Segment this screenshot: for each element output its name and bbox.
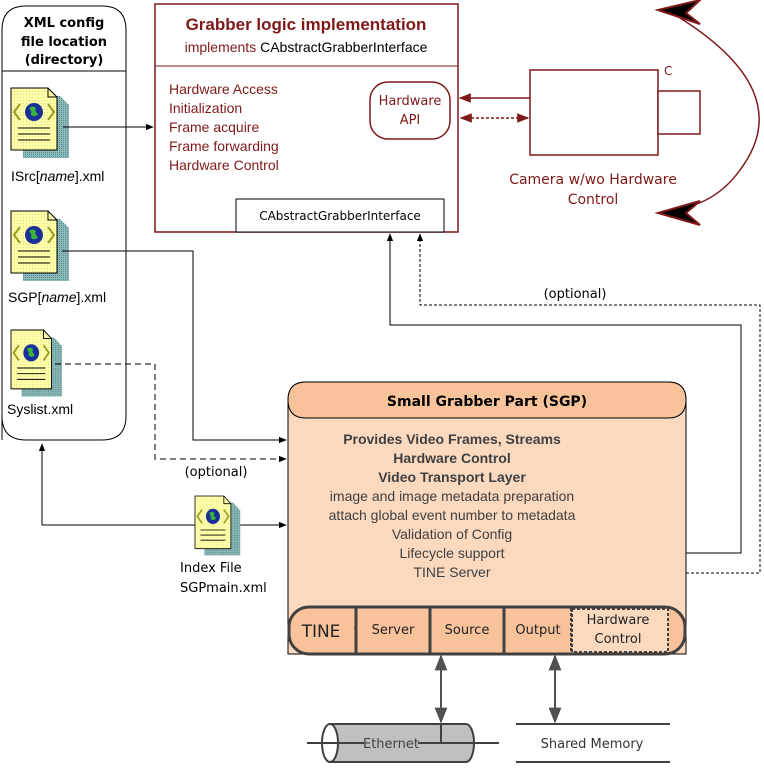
optional-label-left: (optional) <box>185 465 248 480</box>
xml-file-icon[interactable] <box>10 87 70 159</box>
grabber-title: Grabber logic implementation <box>186 15 427 34</box>
optional-label-top: (optional) <box>544 287 607 302</box>
file-label-syslist[interactable]: Syslist.xml <box>7 401 73 417</box>
config-panel-title: file location <box>21 35 107 50</box>
xml-file-icon[interactable] <box>10 329 63 398</box>
feature-item: Hardware Control <box>169 157 279 173</box>
sgp-feature: image and image metadata preparation <box>330 488 574 504</box>
feature-item: Initialization <box>169 100 242 116</box>
tine-cell-source[interactable]: Source <box>445 623 490 638</box>
tine-cell-server[interactable]: Server <box>372 623 415 638</box>
camera-caption: Control <box>568 192 619 208</box>
sgp-title: Small Grabber Part (SGP) <box>387 394 587 410</box>
config-panel: XML config file location (directory) ISr… <box>1 5 127 441</box>
sgp-box: Small Grabber Part (SGP) Provides Video … <box>287 381 687 656</box>
feature-item: Hardware Access <box>169 81 278 97</box>
sgp-feature: attach global event number to metadata <box>329 507 576 523</box>
camera: C Camera w/wo Hardware Control <box>509 64 701 208</box>
grabber-logic-box: Grabber logic implementation implements … <box>154 3 459 233</box>
sgp-feature: Validation of Config <box>392 526 512 542</box>
tine-cell-hardware-control[interactable]: Control <box>595 632 642 647</box>
xml-file-icon[interactable] <box>10 210 70 282</box>
shared-memory: Shared Memory <box>516 723 670 763</box>
tine-cell-hardware-control[interactable]: Hardware <box>587 613 650 628</box>
svg-text:CAbstractGrabberInterface: CAbstractGrabberInterface <box>259 209 421 223</box>
ethernet-label: Ethernet <box>363 737 419 752</box>
sgp-feature: TINE Server <box>413 564 490 580</box>
grabber-subtitle: implements CAbstractGrabberInterface <box>185 39 428 55</box>
shared-memory-label: Shared Memory <box>541 737 644 752</box>
tine-bar: TINE Server Source Output Hardware Contr… <box>287 605 687 656</box>
config-panel-title: XML config <box>24 16 105 31</box>
ethernet-cable: Ethernet <box>307 723 499 763</box>
svg-text:API: API <box>400 113 421 128</box>
interface-box[interactable]: CAbstractGrabberInterface <box>235 198 445 233</box>
sgp-feature: Lifecycle support <box>399 545 504 561</box>
svg-text:Hardware: Hardware <box>379 94 442 109</box>
file-label-sgp[interactable]: SGP[name].xml <box>8 289 106 305</box>
architecture-diagram: XML config file location (directory) ISr… <box>1 0 761 763</box>
tine-label: TINE <box>301 622 341 642</box>
camera-caption: Camera w/wo Hardware <box>509 172 677 188</box>
hardware-api-box[interactable]: Hardware API <box>369 81 451 140</box>
index-file-label[interactable]: SGPmain.xml <box>180 581 267 596</box>
file-label-isrc[interactable]: ISrc[name].xml <box>11 168 104 184</box>
config-panel-title: (directory) <box>25 53 104 68</box>
sgp-feature-bold: Video Transport Layer <box>378 469 526 485</box>
tine-cell-output[interactable]: Output <box>515 623 560 638</box>
index-file-label[interactable]: Index File <box>180 561 242 576</box>
camera-corner-label: C <box>664 64 672 78</box>
sgp-feature-bold: Provides Video Frames, Streams <box>343 431 561 447</box>
index-file-icon[interactable] <box>194 495 242 557</box>
feature-item: Frame acquire <box>169 119 259 135</box>
feature-item: Frame forwarding <box>169 138 279 154</box>
sgp-feature-bold: Hardware Control <box>393 450 510 466</box>
